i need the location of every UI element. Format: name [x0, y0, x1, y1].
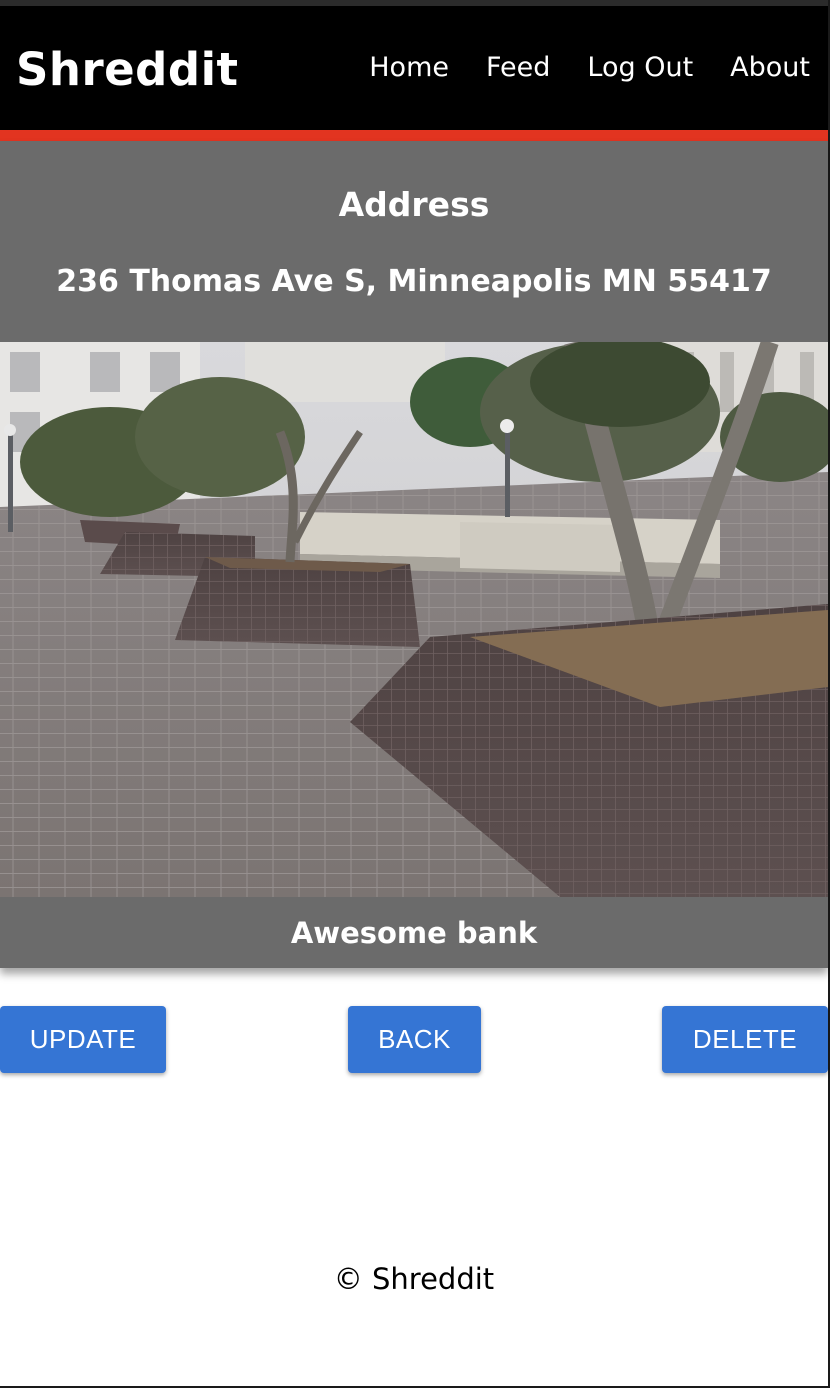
navbar-accent-bar: [0, 130, 828, 141]
spot-photo-illustration: [0, 342, 828, 897]
navbar: Shreddit Home Feed Log Out About: [0, 6, 828, 130]
nav-links: Home Feed Log Out About: [369, 50, 810, 86]
back-button[interactable]: BACK: [348, 1006, 481, 1073]
spot-photo: [0, 342, 828, 897]
spot-card: Address 236 Thomas Ave S, Minneapolis MN…: [0, 141, 828, 968]
spot-description: Awesome bank: [290, 916, 538, 950]
brand-logo[interactable]: Shreddit: [16, 44, 239, 96]
spot-address: 236 Thomas Ave S, Minneapolis MN 55417: [56, 264, 772, 299]
spot-heading: Address: [338, 185, 490, 224]
nav-logout-link[interactable]: Log Out: [587, 50, 693, 86]
footer-copyright: © Shreddit: [333, 1262, 495, 1296]
update-button[interactable]: UPDATE: [0, 1006, 166, 1073]
delete-button[interactable]: DELETE: [662, 1006, 828, 1073]
nav-home-link[interactable]: Home: [369, 50, 449, 86]
nav-feed-link[interactable]: Feed: [486, 50, 550, 86]
nav-about-link[interactable]: About: [730, 50, 810, 86]
